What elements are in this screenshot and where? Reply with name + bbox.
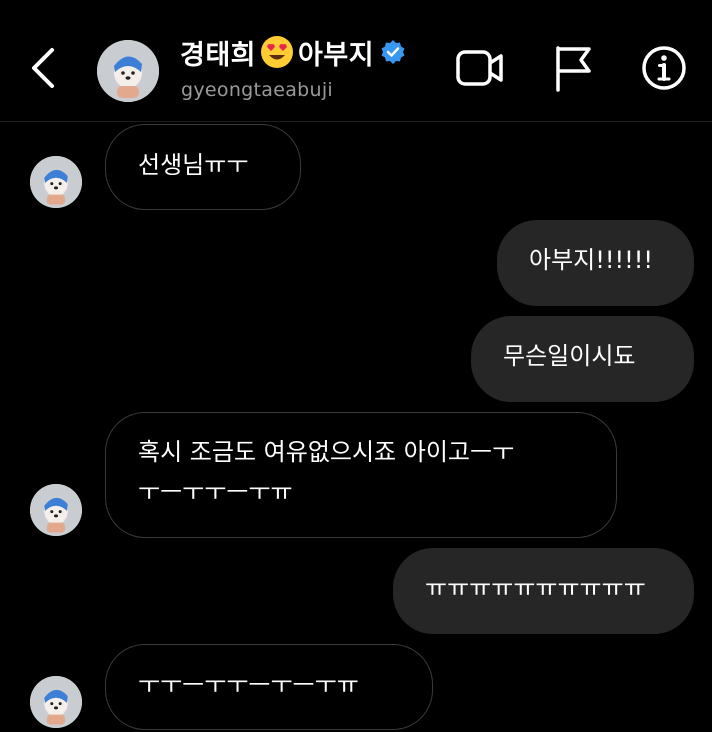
sent-message-bubble[interactable]: ㅠㅠㅠㅠㅠㅠㅠㅠㅠㅠ [393,548,694,634]
message-text: 무슨일이시됴 [503,342,636,370]
message-text-line: 혹시 조금도 여유없으시죠 아이고ㅡㅜ [138,438,515,466]
received-message-bubble[interactable]: 혹시 조금도 여유없으시죠 아이고ㅡㅜ ㅜㅡㅜㅜㅡㅜㅠ [105,412,617,538]
video-call-button[interactable] [455,46,505,90]
contact-avatar[interactable] [97,40,159,102]
back-button[interactable] [22,40,66,96]
thread-header: 경태희 아부지 gyeongtaeabuji [0,0,712,122]
report-button[interactable] [552,44,594,92]
dm-thread-screen: 경태희 아부지 gyeongtaeabuji 선생님ㅠㅜ 아부지!!!!!! 무… [0,0,712,732]
video-camera-icon [456,50,503,86]
info-icon [642,46,686,90]
contact-name[interactable]: 경태희 아부지 [180,32,406,72]
sent-message-bubble[interactable]: 무슨일이시됴 [471,316,694,402]
chevron-left-icon [32,48,54,88]
message-text: ㅠㅠㅠㅠㅠㅠㅠㅠㅠㅠ [425,574,646,602]
avatar-illustration [30,484,82,536]
contact-username: gyeongtaeabuji [181,79,334,101]
contact-name-text-2: 아부지 [298,39,375,71]
received-message-bubble[interactable]: 선생님ㅠㅜ [105,124,301,210]
sender-avatar[interactable] [30,156,82,208]
avatar-illustration [30,156,82,208]
info-button[interactable] [640,44,688,92]
verified-badge-icon [381,40,405,64]
message-text: 선생님ㅠㅜ [138,151,249,179]
avatar-illustration [97,40,159,102]
flag-icon [556,46,591,92]
message-text: 아부지!!!!!! [529,246,653,274]
sender-avatar[interactable] [30,484,82,536]
avatar-illustration [30,676,82,728]
sender-avatar[interactable] [30,676,82,728]
heart-eyes-emoji-icon [261,36,294,68]
message-text: ㅜㅜㅡㅜㅜㅡㅜㅡㅜㅠ [138,671,359,699]
received-message-bubble[interactable]: ㅜㅜㅡㅜㅜㅡㅜㅡㅜㅠ [105,644,433,730]
contact-name-text: 경태희 [180,39,257,71]
message-text-line: ㅜㅡㅜㅜㅡㅜㅠ [138,477,293,506]
sent-message-bubble[interactable]: 아부지!!!!!! [497,220,694,306]
